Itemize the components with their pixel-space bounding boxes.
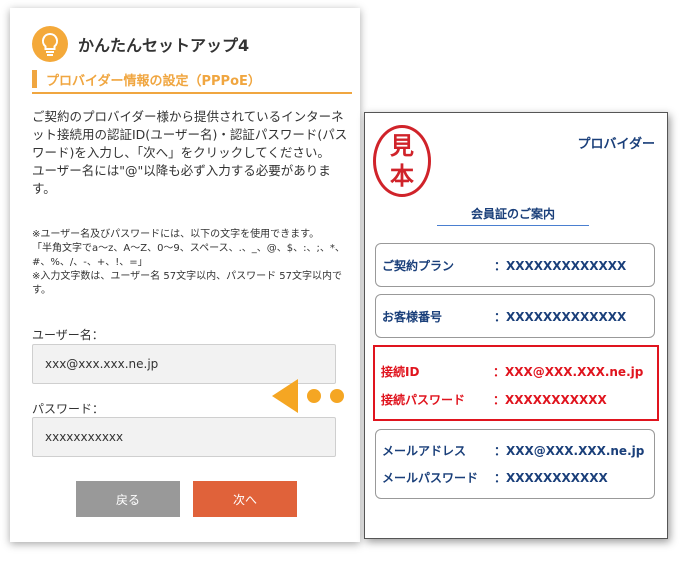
page-title: かんたんセットアップ4 [78, 36, 250, 55]
back-button[interactable]: 戻る [76, 481, 180, 517]
connection-id-label: 接続ID [381, 365, 420, 379]
section-heading: プロバイダー情報の設定（PPPoE） [32, 66, 352, 94]
mail-address-label: メールアドレス [382, 444, 467, 458]
arrow-left-icon [272, 379, 298, 413]
mail-password-label: メールパスワード [382, 471, 479, 485]
plan-value: ：XXXXXXXXXXXXX [494, 259, 627, 273]
plan-label: ご契約プラン [382, 259, 455, 273]
note-length: ※入力文字数は、ユーザー名 57文字以内、パスワード 57文字以内です。 [32, 271, 342, 296]
membership-card: 見 本 プロバイダー 会員証のご案内 ご契約プラン ：XXXXXXXXXXXXX… [364, 112, 668, 539]
mail-row: メールアドレス ：XXX@XXX.XXX.ne.jp メールパスワード ：XXX… [375, 429, 655, 499]
password-input[interactable] [32, 417, 336, 457]
instruction-text: ご契約のプロバイダー様から提供されているインターネット接続用の認証ID(ユーザー… [32, 109, 348, 160]
lightbulb-icon [32, 26, 68, 62]
note-char-list: 「半角文字でa～z、A～Z、0～9、スペース、.、_、@、$、:、;、*、#、%… [32, 243, 345, 268]
username-input[interactable] [32, 344, 336, 384]
customer-label: お客様番号 [382, 310, 443, 324]
next-button[interactable]: 次へ [193, 481, 297, 517]
card-title: 会員証のご案内 [437, 205, 589, 226]
plan-row: ご契約プラン ：XXXXXXXXXXXXX [375, 243, 655, 287]
setup-panel: かんたんセットアップ4 プロバイダー情報の設定（PPPoE） ご契約のプロバイダ… [10, 8, 360, 542]
mail-password-value: ：XXXXXXXXXXX [494, 471, 608, 485]
mail-address-value: ：XXX@XXX.XXX.ne.jp [494, 444, 645, 458]
password-label: パスワード： [32, 402, 105, 416]
notes: ※ユーザー名及びパスワードには、以下の文字を使用できます。 「半角文字でa～z、… [32, 228, 350, 298]
section-marker [32, 70, 37, 88]
pointer-dot [330, 389, 344, 403]
sample-stamp: 見 本 [373, 125, 431, 197]
username-hint: ユーザー名には"@"以降も必ず入力する必要があります。 [32, 163, 331, 196]
provider-name: プロバイダー [577, 137, 655, 152]
username-label: ユーザー名： [32, 328, 104, 342]
pointer-dot [307, 389, 321, 403]
connection-password-label: 接続パスワード [381, 393, 466, 407]
note-allowed-chars: ※ユーザー名及びパスワードには、以下の文字を使用できます。 [32, 229, 320, 240]
connection-row: 接続ID ：XXX@XXX.XXX.ne.jp 接続パスワード ：XXXXXXX… [373, 345, 659, 421]
setup-header: かんたんセットアップ4 [32, 26, 249, 62]
customer-row: お客様番号 ：XXXXXXXXXXXXX [375, 294, 655, 338]
connection-password-value: ：XXXXXXXXXXX [493, 393, 607, 407]
section-title: プロバイダー情報の設定（PPPoE） [46, 74, 261, 89]
customer-value: ：XXXXXXXXXXXXX [494, 310, 627, 324]
connection-id-value: ：XXX@XXX.XXX.ne.jp [493, 365, 644, 379]
instructions: ご契約のプロバイダー様から提供されているインターネット接続用の認証ID(ユーザー… [32, 108, 350, 198]
